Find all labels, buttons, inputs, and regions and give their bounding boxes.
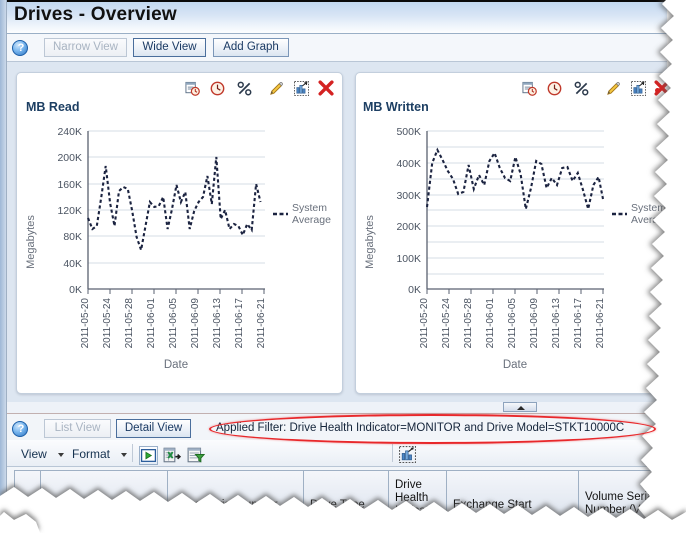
page-title: Drives - Overview [14,4,177,25]
chart-select-icon[interactable] [399,446,418,465]
svg-text:Average: Average [631,214,670,226]
table-column-volume-serial-number[interactable]: Volume Serial Number (VS [579,471,668,533]
svg-text:2011-05-24: 2011-05-24 [441,298,452,349]
pencil-icon[interactable] [606,81,621,96]
clock-icon[interactable] [547,81,562,96]
clock-icon[interactable] [210,81,225,96]
svg-text:2011-05-28: 2011-05-28 [124,298,135,349]
svg-text:System: System [292,202,327,214]
chart-select-icon[interactable] [631,81,646,96]
percent-icon[interactable] [237,81,252,96]
chart-mb-written: Megabytes 500K 400K 300K 200K 100K 0K 20… [359,112,674,392]
svg-text:2011-06-21: 2011-06-21 [595,298,606,349]
column-header-label: Exchange Start [453,499,532,511]
svg-text:2011-06-13: 2011-06-13 [551,298,562,349]
table-column-drive-wwnn[interactable]: Drive WWNN [41,471,168,533]
svg-text:Average: Average [292,214,331,226]
svg-text:0K: 0K [408,284,421,296]
svg-text:80K: 80K [63,231,82,243]
svg-text:160K: 160K [57,179,82,191]
splitter-bar[interactable] [7,402,667,413]
table-column-drive-type[interactable]: Drive Type [304,471,389,533]
svg-text:2011-06-01: 2011-06-01 [146,298,157,349]
svg-text:500K: 500K [396,126,421,138]
chevron-down-icon[interactable] [58,453,64,457]
svg-text:Date: Date [164,359,188,371]
svg-text:2011-06-05: 2011-06-05 [168,298,179,349]
svg-text:200K: 200K [57,152,82,164]
query-filter-icon[interactable] [187,446,206,465]
svg-text:120K: 120K [57,205,82,217]
svg-text:2011-06-13: 2011-06-13 [212,298,223,349]
svg-text:300K: 300K [396,190,421,202]
triangle-up-icon [517,406,525,410]
table-column-drive-serial-number[interactable]: Drive Serial Number [168,471,304,533]
column-header-label: Drive WWNN [47,499,116,511]
chart-select-icon[interactable] [294,81,309,96]
column-header-label: Volume Serial Number (VS [585,491,656,516]
window-left-rail-line [6,0,7,533]
table-column-exchange-start[interactable]: Exchange Start [447,471,579,533]
table-toolbar-divider [7,466,667,467]
pencil-icon[interactable] [269,81,284,96]
svg-text:2011-05-20: 2011-05-20 [80,298,91,349]
format-menu[interactable]: Format [72,447,110,461]
schedule-clock-icon[interactable] [522,81,537,96]
svg-text:Date: Date [503,359,527,371]
svg-text:Megabytes: Megabytes [364,215,376,269]
cut-off-close-icon-remnant [655,88,660,93]
schedule-clock-icon[interactable] [185,81,200,96]
svg-text:0K: 0K [69,284,82,296]
chart-mb-read: Megabytes 240K 200K 160K 120K 80K 40K 0K [20,112,335,392]
list-view-button[interactable]: List View [44,419,111,438]
svg-text:2011-06-17: 2011-06-17 [573,298,584,349]
svg-text:2011-06-01: 2011-06-01 [485,298,496,349]
svg-text:100K: 100K [396,253,421,265]
toolbar-separator [132,444,133,462]
detach-play-icon[interactable] [139,446,158,465]
table-column-drive-health-indicator[interactable]: Drive Health Indicator [389,471,447,533]
collapse-panel-button[interactable] [503,402,537,412]
svg-text:2011-05-20: 2011-05-20 [419,298,430,349]
export-excel-icon[interactable] [163,446,182,465]
wide-view-button[interactable]: Wide View [133,38,206,57]
close-x-icon[interactable] [317,80,334,97]
help-circle-icon[interactable]: ? [12,40,28,56]
narrow-view-button[interactable]: Narrow View [44,38,127,57]
svg-text:2011-06-05: 2011-06-05 [507,298,518,349]
toolbar-separator [392,444,393,462]
table-column-selector[interactable] [15,471,41,533]
svg-text:2011-05-24: 2011-05-24 [102,298,113,349]
svg-text:Megabytes: Megabytes [25,215,37,269]
percent-icon[interactable] [574,81,589,96]
view-menu[interactable]: View [21,447,47,461]
table-header-row: Drive WWNN Drive Serial Number Drive Typ… [14,470,667,533]
detail-view-button[interactable]: Detail View [116,419,191,438]
svg-text:2011-06-09: 2011-06-09 [529,298,540,349]
column-header-label: Drive Serial Number [174,499,278,511]
column-header-label: Drive Type [310,499,365,511]
svg-text:System: System [631,202,666,214]
svg-text:2011-06-09: 2011-06-09 [190,298,201,349]
title-bar-top-edge [7,0,667,2]
svg-text:2011-06-17: 2011-06-17 [234,298,245,349]
svg-text:2011-06-21: 2011-06-21 [256,298,267,349]
svg-text:40K: 40K [63,258,82,270]
column-header-label: Drive Health Indicator [395,479,440,517]
svg-text:200K: 200K [396,221,421,233]
chevron-down-icon[interactable] [121,453,127,457]
applied-filter-label: Applied Filter: Drive Health Indicator=M… [216,422,625,434]
svg-text:400K: 400K [396,158,421,170]
svg-text:240K: 240K [57,126,82,138]
help-circle-icon[interactable]: ? [12,421,28,437]
add-graph-button[interactable]: Add Graph [213,38,289,57]
application-window: Drives - Overview ? Narrow View Wide Vie… [0,0,686,533]
svg-text:2011-05-28: 2011-05-28 [463,298,474,349]
